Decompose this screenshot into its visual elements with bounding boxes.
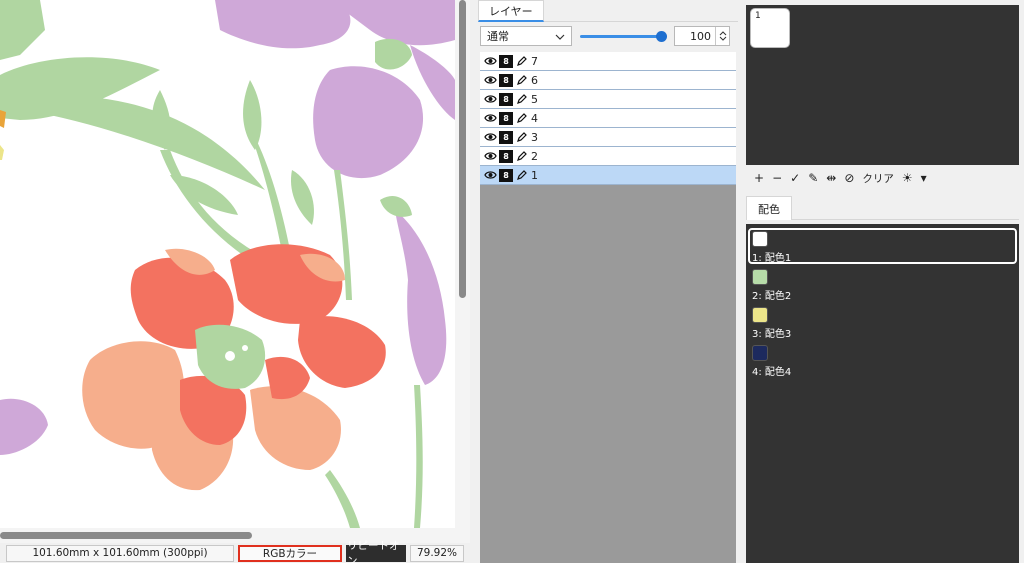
artwork: [0, 0, 455, 528]
layer-list: 87868584838281: [480, 52, 736, 563]
right-panels: 1 + − ✓ ✎ ⇹ ⊘ クリア ☀ ▾ 配色 1: 配色1 2: 配色2 3: …: [743, 0, 1024, 563]
pencil-icon[interactable]: [515, 130, 529, 144]
tab-palette[interactable]: 配色: [746, 196, 792, 220]
thumbnail-item[interactable]: 1: [750, 8, 790, 48]
color-swatch[interactable]: [752, 231, 768, 247]
minus-icon[interactable]: −: [772, 171, 782, 185]
plus-icon[interactable]: +: [754, 171, 764, 185]
layer-tabbar: レイヤー: [478, 0, 738, 22]
thumbnail-toolbar: + − ✓ ✎ ⇹ ⊘ クリア ☀ ▾: [746, 167, 1019, 189]
opacity-slider-knob[interactable]: [656, 31, 667, 42]
blend-mode-select[interactable]: 通常: [480, 26, 572, 46]
layer-name: 6: [531, 73, 538, 87]
thumbnail-label: 1: [755, 11, 761, 21]
check-icon[interactable]: ✓: [790, 171, 800, 185]
palette-area: 1: 配色1 2: 配色2 3: 配色3 4: 配色4: [746, 224, 1019, 563]
dropdown-triangle-icon[interactable]: ▾: [921, 171, 927, 185]
prohibit-icon[interactable]: ⊘: [844, 171, 854, 185]
layer-type-icon[interactable]: 8: [499, 54, 513, 68]
opacity-stepper[interactable]: 100: [674, 26, 730, 46]
layer-row[interactable]: 83: [480, 128, 736, 147]
palette-tabbar: 配色: [746, 196, 1019, 220]
palette-swatch-item[interactable]: 1: 配色1: [748, 228, 1017, 264]
color-swatch[interactable]: [752, 269, 768, 285]
color-swatch[interactable]: [752, 307, 768, 323]
layer-row[interactable]: 84: [480, 109, 736, 128]
vertical-scrollbar[interactable]: [455, 0, 470, 528]
layer-name: 4: [531, 111, 538, 125]
layer-type-icon[interactable]: 8: [499, 73, 513, 87]
thumbnail-area: 1: [746, 5, 1019, 165]
layer-row[interactable]: 86: [480, 71, 736, 90]
repeat-toggle[interactable]: リピートオン: [346, 540, 406, 563]
pencil-icon[interactable]: [515, 168, 529, 182]
eye-icon[interactable]: [483, 111, 497, 125]
layer-name: 3: [531, 130, 538, 144]
pencil-icon[interactable]: [515, 54, 529, 68]
pencil-icon[interactable]: [515, 149, 529, 163]
tab-layers[interactable]: レイヤー: [478, 0, 544, 22]
canvas-size-readout: 101.60mm x 101.60mm (300ppi): [6, 544, 234, 562]
status-bar: 101.60mm x 101.60mm (300ppi) RGBカラー リピート…: [0, 540, 470, 563]
clear-button[interactable]: クリア: [862, 171, 894, 186]
layer-controls: 通常 100: [478, 22, 738, 50]
swatch-label: 1: 配色1: [752, 253, 792, 264]
app-window: 101.60mm x 101.60mm (300ppi) RGBカラー リピート…: [0, 0, 1024, 563]
eye-icon[interactable]: [483, 73, 497, 87]
zoom-level[interactable]: 79.92%: [410, 544, 464, 562]
brightness-icon[interactable]: ☀: [902, 171, 913, 185]
pencil-icon[interactable]: ✎: [808, 171, 818, 185]
layer-row[interactable]: 87: [480, 52, 736, 71]
palette-swatch-item[interactable]: 3: 配色3: [748, 304, 1017, 340]
swatch-label: 2: 配色2: [752, 291, 792, 302]
horizontal-scroll-thumb[interactable]: [0, 532, 252, 539]
layer-type-icon[interactable]: 8: [499, 149, 513, 163]
eye-icon[interactable]: [483, 168, 497, 182]
layer-name: 1: [531, 168, 538, 182]
pencil-icon[interactable]: [515, 111, 529, 125]
palette-swatch-item[interactable]: 2: 配色2: [748, 266, 1017, 302]
opacity-slider-track: [580, 35, 666, 38]
color-swatch[interactable]: [752, 345, 768, 361]
layer-type-icon[interactable]: 8: [499, 130, 513, 144]
layer-type-icon[interactable]: 8: [499, 111, 513, 125]
scroll-corner: [455, 528, 470, 543]
color-mode-indicator[interactable]: RGBカラー: [238, 544, 342, 562]
pencil-icon[interactable]: [515, 73, 529, 87]
swatch-label: 3: 配色3: [752, 329, 792, 340]
layer-type-icon[interactable]: 8: [499, 168, 513, 182]
eye-icon[interactable]: [483, 54, 497, 68]
eye-icon[interactable]: [483, 149, 497, 163]
layer-name: 7: [531, 54, 538, 68]
layer-row[interactable]: 82: [480, 147, 736, 166]
vertical-scroll-thumb[interactable]: [459, 0, 466, 298]
opacity-value[interactable]: 100: [675, 30, 715, 43]
pencil-icon[interactable]: [515, 92, 529, 106]
layer-name: 2: [531, 149, 538, 163]
layer-panel: レイヤー 通常 100 87868584838281: [478, 0, 738, 563]
opacity-slider[interactable]: [580, 26, 667, 46]
swatch-label: 4: 配色4: [752, 367, 792, 378]
chevron-down-icon: [555, 30, 565, 43]
eye-icon[interactable]: [483, 92, 497, 106]
eye-icon[interactable]: [483, 130, 497, 144]
canvas-viewport: [0, 0, 470, 543]
drawing-canvas[interactable]: [0, 0, 455, 528]
layer-row[interactable]: 85: [480, 90, 736, 109]
swap-arrows-icon[interactable]: ⇹: [826, 171, 836, 185]
layer-type-icon[interactable]: 8: [499, 92, 513, 106]
layer-name: 5: [531, 92, 538, 106]
spin-arrows-icon[interactable]: [715, 27, 729, 45]
blend-mode-value: 通常: [487, 30, 509, 43]
palette-swatch-item[interactable]: 4: 配色4: [748, 342, 1017, 378]
layer-row[interactable]: 81: [480, 166, 736, 185]
